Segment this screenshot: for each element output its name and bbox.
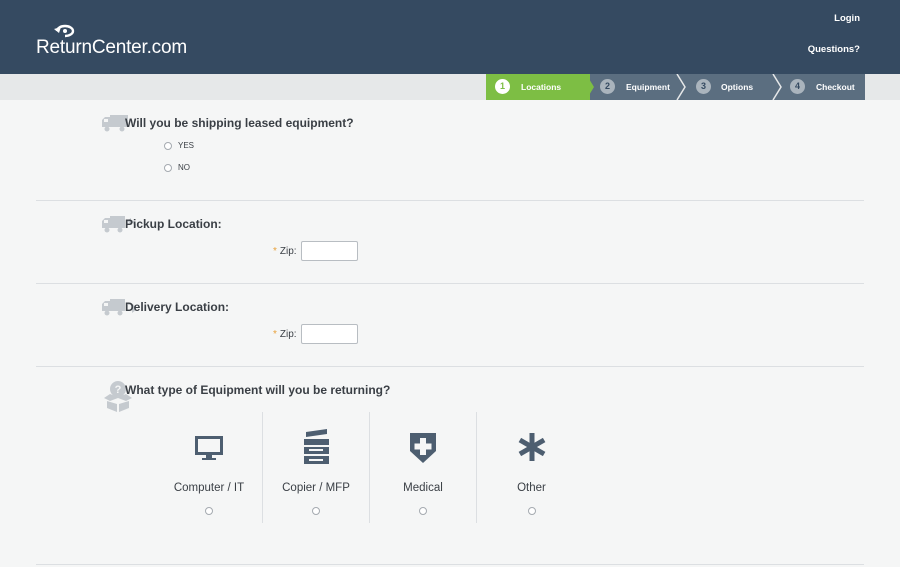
equipment-label: Medical: [403, 482, 443, 494]
step-chevron: [676, 74, 686, 100]
step-label: Equipment: [626, 82, 670, 92]
equipment-option-computer[interactable]: Computer / IT: [156, 412, 263, 523]
equipment-option-medical[interactable]: Medical: [370, 412, 477, 523]
radio-other[interactable]: [527, 507, 536, 515]
step-chevron: [772, 74, 782, 100]
zip-label: Zip:: [279, 245, 297, 257]
required-marker: *: [273, 328, 277, 340]
step-label: Options: [721, 82, 754, 92]
step-options[interactable]: 3 Options: [694, 74, 778, 100]
step-checkout[interactable]: 4 Checkout: [788, 74, 865, 100]
leased-no-option[interactable]: NO: [164, 163, 190, 172]
radio-computer[interactable]: [205, 507, 213, 515]
section-divider: [36, 283, 864, 284]
step-equipment[interactable]: 2 Equipment: [598, 74, 682, 100]
medical-shield-icon: [410, 433, 436, 463]
step-number: 4: [790, 79, 805, 94]
section-divider: [36, 366, 864, 367]
progress-bar: 1 Locations 2 Equipment 3 Options 4 Chec…: [0, 74, 900, 100]
svg-text:?: ?: [115, 384, 122, 396]
equipment-question: What type of Equipment will you be retur…: [125, 383, 391, 397]
return-arrow-icon: [54, 24, 75, 38]
delivery-zip-input[interactable]: [300, 324, 358, 344]
section-divider: [36, 564, 864, 565]
questions-link[interactable]: Questions?: [808, 44, 860, 55]
radio-yes[interactable]: [164, 141, 172, 150]
step-arrow-active: [586, 74, 594, 100]
monitor-icon: [195, 436, 223, 460]
checkout-steps: 1 Locations 2 Equipment 3 Options 4 Chec…: [486, 74, 865, 100]
pickup-title: Pickup Location:: [125, 217, 222, 231]
step-number: 3: [696, 79, 711, 94]
equipment-label: Other: [517, 482, 546, 494]
step-number: 2: [600, 79, 615, 94]
leased-yes-option[interactable]: YES: [164, 141, 194, 150]
section-divider: [36, 200, 864, 201]
radio-label: NO: [178, 163, 190, 172]
radio-copier[interactable]: [312, 507, 320, 515]
required-marker: *: [273, 245, 277, 257]
step-label: Checkout: [816, 82, 855, 92]
radio-no[interactable]: [164, 163, 172, 172]
zip-label: Zip:: [279, 328, 297, 340]
asterisk-icon: [518, 433, 545, 461]
pickup-zip-row: * Zip:: [273, 241, 358, 261]
radio-label: YES: [178, 141, 195, 150]
site-header: ReturnCenter.com Login Questions?: [0, 0, 900, 74]
radio-medical[interactable]: [419, 507, 427, 515]
pickup-zip-input[interactable]: [300, 241, 358, 261]
delivery-title: Delivery Location:: [125, 300, 230, 314]
login-link[interactable]: Login: [834, 13, 860, 24]
logo-text: ReturnCenter.com: [36, 37, 187, 58]
step-locations[interactable]: 1 Locations: [486, 74, 590, 100]
step-label: Locations: [521, 82, 562, 92]
delivery-zip-row: * Zip:: [273, 324, 358, 344]
equipment-label: Copier / MFP: [282, 482, 350, 494]
copier-icon: [304, 429, 329, 464]
equipment-option-other[interactable]: Other: [478, 412, 585, 523]
equipment-option-copier[interactable]: Copier / MFP: [263, 412, 370, 523]
logo[interactable]: ReturnCenter.com: [36, 22, 196, 62]
step-number: 1: [495, 79, 510, 94]
leased-question: Will you be shipping leased equipment?: [125, 116, 354, 130]
equipment-label: Computer / IT: [173, 482, 245, 494]
